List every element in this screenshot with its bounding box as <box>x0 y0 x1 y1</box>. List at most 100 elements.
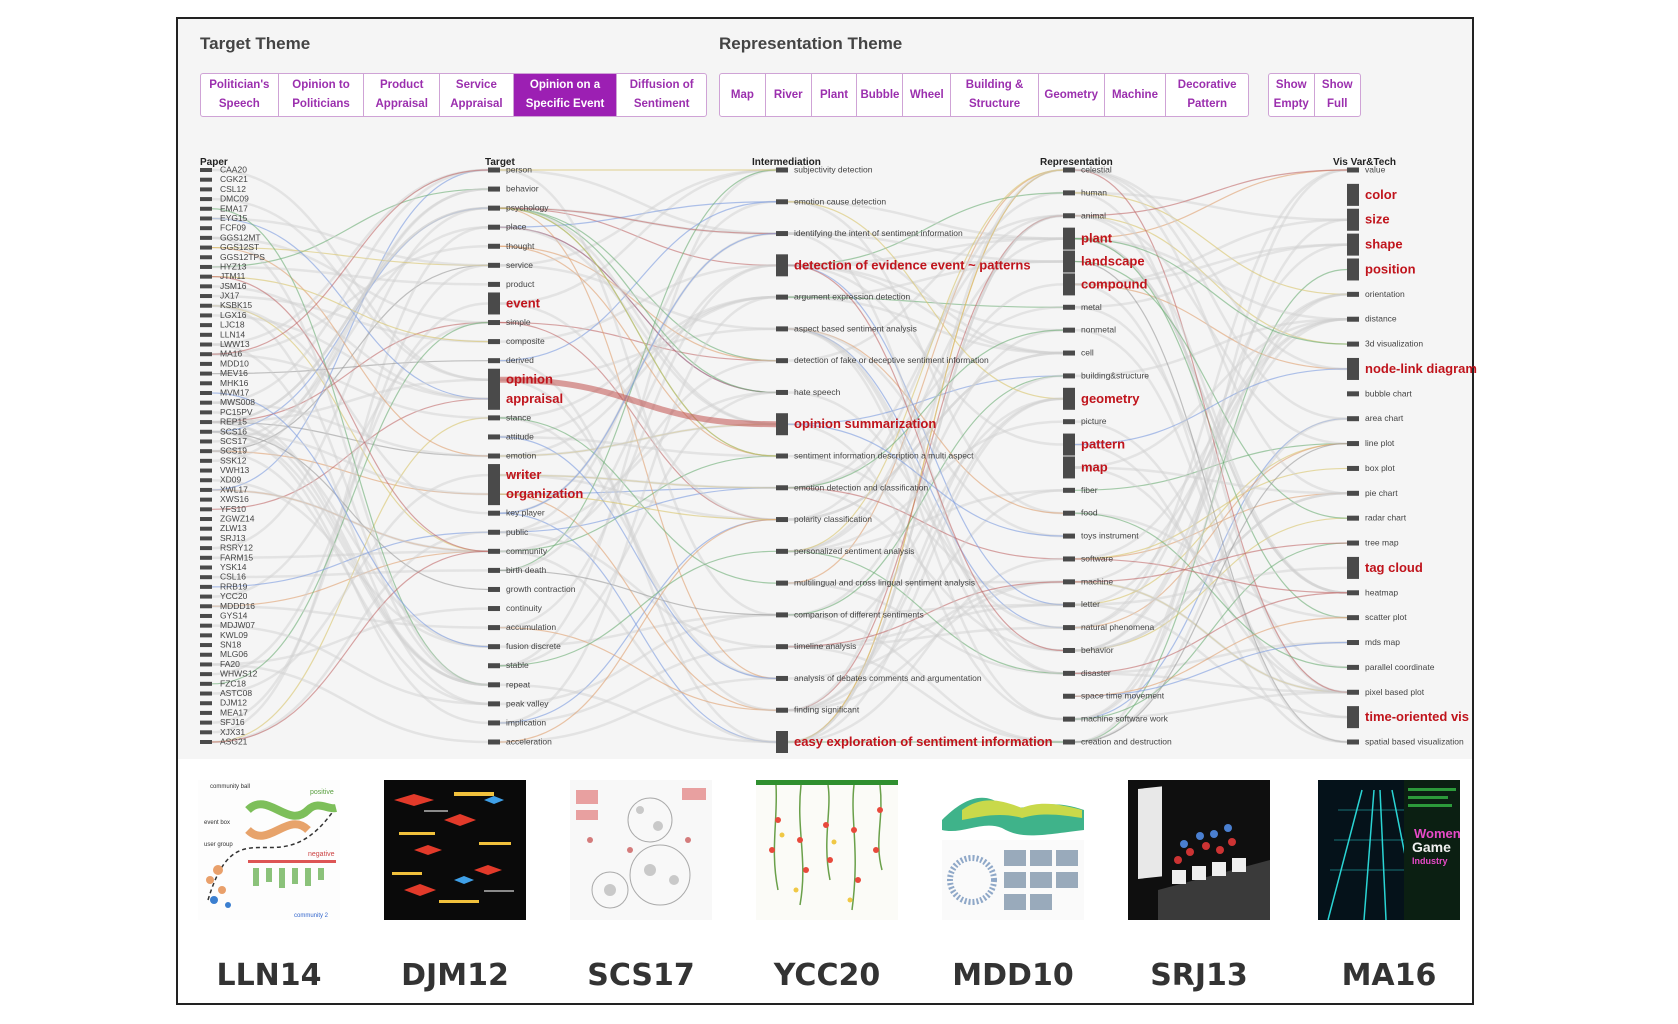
node-bar[interactable] <box>200 294 212 299</box>
node-bar[interactable] <box>1347 258 1359 281</box>
node-bar[interactable] <box>488 358 500 364</box>
node-bar[interactable] <box>1063 190 1075 196</box>
node-bar[interactable] <box>488 682 500 688</box>
node-bar[interactable] <box>488 625 500 631</box>
node-bar[interactable] <box>776 644 788 650</box>
node-bar[interactable] <box>1063 213 1075 219</box>
thumbnail-djm12[interactable] <box>384 780 526 920</box>
thumbnail-ycc20[interactable] <box>756 780 898 920</box>
node-bar[interactable] <box>488 586 500 592</box>
node-bar[interactable] <box>200 187 212 192</box>
node-bar[interactable] <box>200 206 212 211</box>
node-bar[interactable] <box>488 606 500 612</box>
thumbnail-srj13[interactable] <box>1128 780 1270 920</box>
node-bar[interactable] <box>1063 739 1075 745</box>
node-bar[interactable] <box>200 313 212 318</box>
node-bar[interactable] <box>776 612 788 618</box>
node-bar[interactable] <box>1347 556 1359 579</box>
node-bar[interactable] <box>488 281 500 287</box>
node-bar[interactable] <box>200 594 212 599</box>
node-bar[interactable] <box>1347 167 1359 173</box>
node-bar[interactable] <box>776 731 788 753</box>
node-bar[interactable] <box>776 548 788 554</box>
node-bar[interactable] <box>1347 615 1359 621</box>
node-bar[interactable] <box>200 536 212 541</box>
node-bar[interactable] <box>488 368 500 391</box>
node-bar[interactable] <box>200 323 212 328</box>
node-bar[interactable] <box>1063 250 1075 273</box>
node-bar[interactable] <box>200 410 212 415</box>
node-bar[interactable] <box>488 529 500 535</box>
node-bar[interactable] <box>200 613 212 618</box>
node-bar[interactable] <box>1063 716 1075 722</box>
node-bar[interactable] <box>200 197 212 202</box>
node-bar[interactable] <box>1063 327 1075 333</box>
node-bar[interactable] <box>488 292 500 315</box>
node-bar[interactable] <box>200 517 212 522</box>
node-bar[interactable] <box>1347 590 1359 596</box>
node-bar[interactable] <box>200 439 212 444</box>
node-bar[interactable] <box>1347 341 1359 347</box>
node-bar[interactable] <box>200 342 212 347</box>
node-bar[interactable] <box>1063 433 1075 456</box>
node-bar[interactable] <box>1347 391 1359 397</box>
node-bar[interactable] <box>1063 419 1075 425</box>
node-bar[interactable] <box>1347 183 1359 206</box>
node-bar[interactable] <box>1063 304 1075 310</box>
node-bar[interactable] <box>776 254 788 277</box>
node-bar[interactable] <box>200 497 212 502</box>
node-bar[interactable] <box>200 740 212 744</box>
node-bar[interactable] <box>776 231 788 237</box>
node-bar[interactable] <box>488 434 500 440</box>
node-bar[interactable] <box>200 352 212 357</box>
node-bar[interactable] <box>200 604 212 609</box>
node-bar[interactable] <box>1347 739 1359 745</box>
node-bar[interactable] <box>200 652 212 657</box>
node-bar[interactable] <box>776 389 788 395</box>
node-bar[interactable] <box>488 663 500 669</box>
node-bar[interactable] <box>1063 273 1075 296</box>
node-bar[interactable] <box>488 224 500 230</box>
node-bar[interactable] <box>776 413 788 436</box>
node-bar[interactable] <box>1347 441 1359 447</box>
node-bar[interactable] <box>200 284 212 289</box>
node-bar[interactable] <box>200 584 212 589</box>
node-bar[interactable] <box>200 710 212 715</box>
node-bar[interactable] <box>488 453 500 459</box>
node-bar[interactable] <box>200 633 212 638</box>
node-bar[interactable] <box>200 255 212 260</box>
node-bar[interactable] <box>200 691 212 696</box>
node-bar[interactable] <box>200 400 212 405</box>
node-bar[interactable] <box>200 332 212 337</box>
node-bar[interactable] <box>488 205 500 211</box>
node-bar[interactable] <box>488 701 500 707</box>
node-bar[interactable] <box>776 675 788 681</box>
node-bar[interactable] <box>200 643 212 648</box>
thumbnail-scs17[interactable] <box>570 780 712 920</box>
node-bar[interactable] <box>1347 465 1359 471</box>
node-bar[interactable] <box>200 458 212 463</box>
node-bar[interactable] <box>1347 316 1359 322</box>
node-bar[interactable] <box>200 303 212 308</box>
node-bar[interactable] <box>1063 670 1075 676</box>
node-bar[interactable] <box>488 387 500 410</box>
node-bar[interactable] <box>200 361 212 366</box>
node-bar[interactable] <box>200 381 212 386</box>
node-bar[interactable] <box>200 575 212 580</box>
node-bar[interactable] <box>488 243 500 249</box>
node-bar[interactable] <box>488 339 500 345</box>
node-bar[interactable] <box>200 507 212 512</box>
node-bar[interactable] <box>1347 515 1359 521</box>
node-bar[interactable] <box>1063 556 1075 562</box>
node-bar[interactable] <box>776 294 788 300</box>
node-bar[interactable] <box>1063 227 1075 250</box>
node-bar[interactable] <box>488 548 500 554</box>
node-bar[interactable] <box>200 216 212 221</box>
node-bar[interactable] <box>200 730 212 735</box>
node-bar[interactable] <box>200 235 212 240</box>
node-bar[interactable] <box>200 177 212 182</box>
node-bar[interactable] <box>488 167 500 173</box>
node-bar[interactable] <box>200 487 212 492</box>
node-bar[interactable] <box>200 546 212 551</box>
node-bar[interactable] <box>776 453 788 459</box>
